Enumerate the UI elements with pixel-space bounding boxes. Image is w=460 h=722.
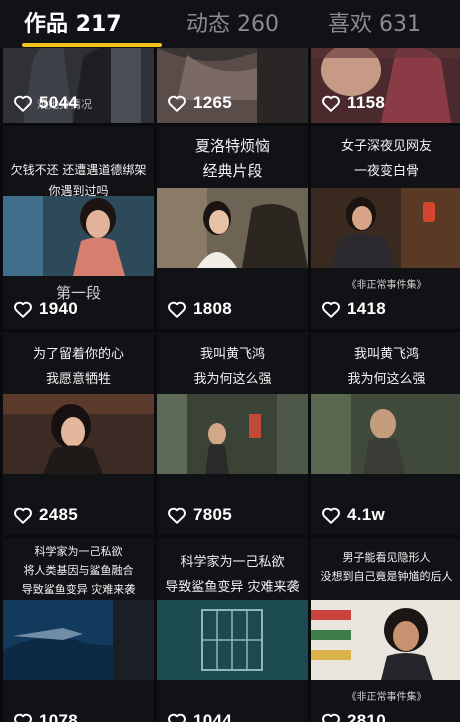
heart-outline-icon [168, 301, 186, 318]
video-frame [157, 600, 308, 680]
tab-dynamics[interactable]: 动态 260 [186, 6, 279, 38]
like-count-value: 1418 [347, 299, 387, 318]
heart-outline-icon [322, 713, 340, 722]
series-label: 《非正常事件集》 [346, 692, 427, 703]
video-thumbnail-4[interactable]: 欠钱不还 还遭遇道德绑架 你遇到过吗 第一段 1940 [3, 126, 154, 329]
profile-tab-bar: 作品 217 动态 260 喜欢 631 [0, 0, 460, 48]
heart-outline-icon [14, 95, 32, 112]
video-thumbnail-11[interactable]: 科学家为一己私欲 导致鲨鱼变异 灾难来袭 1044 [157, 538, 308, 722]
heart-outline-icon [322, 507, 340, 524]
video-frame [157, 394, 308, 474]
heart-outline-icon [168, 95, 186, 112]
video-thumbnail-9[interactable]: 我叫黄飞鸿 我为何这么强 4.1w [311, 332, 460, 535]
like-count-value: 1078 [39, 711, 79, 722]
video-thumbnail-8[interactable]: 我叫黄飞鸿 我为何这么强 7805 [157, 332, 308, 535]
video-frame [311, 394, 460, 474]
like-count: 1078 [13, 711, 78, 722]
like-count-value: 1808 [193, 299, 233, 318]
like-count: 7805 [167, 505, 232, 525]
video-thumbnail-6[interactable]: 女子深夜见网友 一夜变白骨 《非正常事件集》 1418 [311, 126, 460, 329]
tab-likes[interactable]: 喜欢 631 [328, 6, 421, 38]
like-count: 5044 [13, 93, 78, 113]
heart-outline-icon [14, 301, 32, 318]
video-caption: 科学家为一己私欲 导致鲨鱼变异 灾难来袭 [165, 555, 300, 595]
video-thumbnail-7[interactable]: 为了留着你的心 我愿意牺牲 2485 [3, 332, 154, 535]
video-thumbnail-1[interactable]: 观她分情况 5044 [3, 48, 154, 123]
heart-outline-icon [168, 507, 186, 524]
active-tab-indicator [22, 43, 162, 47]
like-count: 1158 [321, 93, 385, 113]
video-caption: 科学家为一己私欲 将人类基因与鲨鱼融合 导致鲨鱼变异 灾难来袭 [21, 545, 136, 596]
video-grid: 观她分情况 5044 1265 1158 欠钱不还 还遭遇道德绑架 你遇到过吗 … [0, 48, 460, 722]
video-thumbnail-5[interactable]: 夏洛特烦恼 经典片段 1808 [157, 126, 308, 329]
like-count: 2485 [13, 505, 78, 525]
heart-outline-icon [168, 713, 186, 722]
like-count: 1808 [167, 299, 232, 319]
series-label: 《非正常事件集》 [346, 280, 427, 291]
heart-outline-icon [322, 301, 340, 318]
like-count: 4.1w [321, 505, 385, 525]
tab-works[interactable]: 作品 217 [24, 6, 122, 38]
heart-outline-icon [322, 95, 340, 112]
video-caption: 我叫黄飞鸿 我为何这么强 [347, 347, 426, 387]
like-count-value: 1265 [193, 93, 233, 112]
like-count-value: 4.1w [347, 505, 386, 524]
video-thumbnail-3[interactable]: 1158 [311, 48, 460, 123]
like-count-value: 5044 [39, 93, 79, 112]
like-count: 1418 [321, 299, 386, 319]
video-frame [311, 600, 460, 680]
video-caption: 夏洛特烦恼 经典片段 [194, 137, 270, 180]
like-count-value: 2485 [39, 505, 79, 524]
like-count-value: 1044 [193, 711, 233, 722]
like-count: 2810 [321, 711, 386, 722]
like-count-value: 1158 [347, 93, 386, 112]
video-frame [3, 600, 154, 680]
video-frame [311, 188, 460, 268]
video-frame [157, 188, 308, 268]
video-frame [3, 196, 154, 276]
heart-outline-icon [14, 713, 32, 722]
video-caption: 我叫黄飞鸿 我为何这么强 [193, 347, 272, 387]
video-thumbnail-10[interactable]: 科学家为一己私欲 将人类基因与鲨鱼融合 导致鲨鱼变异 灾难来袭 1078 [3, 538, 154, 722]
video-frame [3, 394, 154, 474]
like-count: 1044 [167, 711, 232, 722]
like-count-value: 1940 [39, 299, 79, 318]
video-thumbnail-12[interactable]: 男子能看见隐形人 没想到自己竟是钟馗的后人 《非正常事件集》 2810 [311, 538, 460, 722]
video-caption: 女子深夜见网友 一夜变白骨 [340, 139, 432, 179]
video-caption: 为了留着你的心 我愿意牺牲 [32, 347, 124, 387]
heart-outline-icon [14, 507, 32, 524]
like-count: 1265 [167, 93, 232, 113]
video-caption: 男子能看见隐形人 没想到自己竟是钟馗的后人 [320, 551, 453, 583]
like-count-value: 2810 [347, 711, 387, 722]
like-count-value: 7805 [193, 505, 233, 524]
video-thumbnail-2[interactable]: 1265 [157, 48, 308, 123]
like-count: 1940 [13, 299, 78, 319]
